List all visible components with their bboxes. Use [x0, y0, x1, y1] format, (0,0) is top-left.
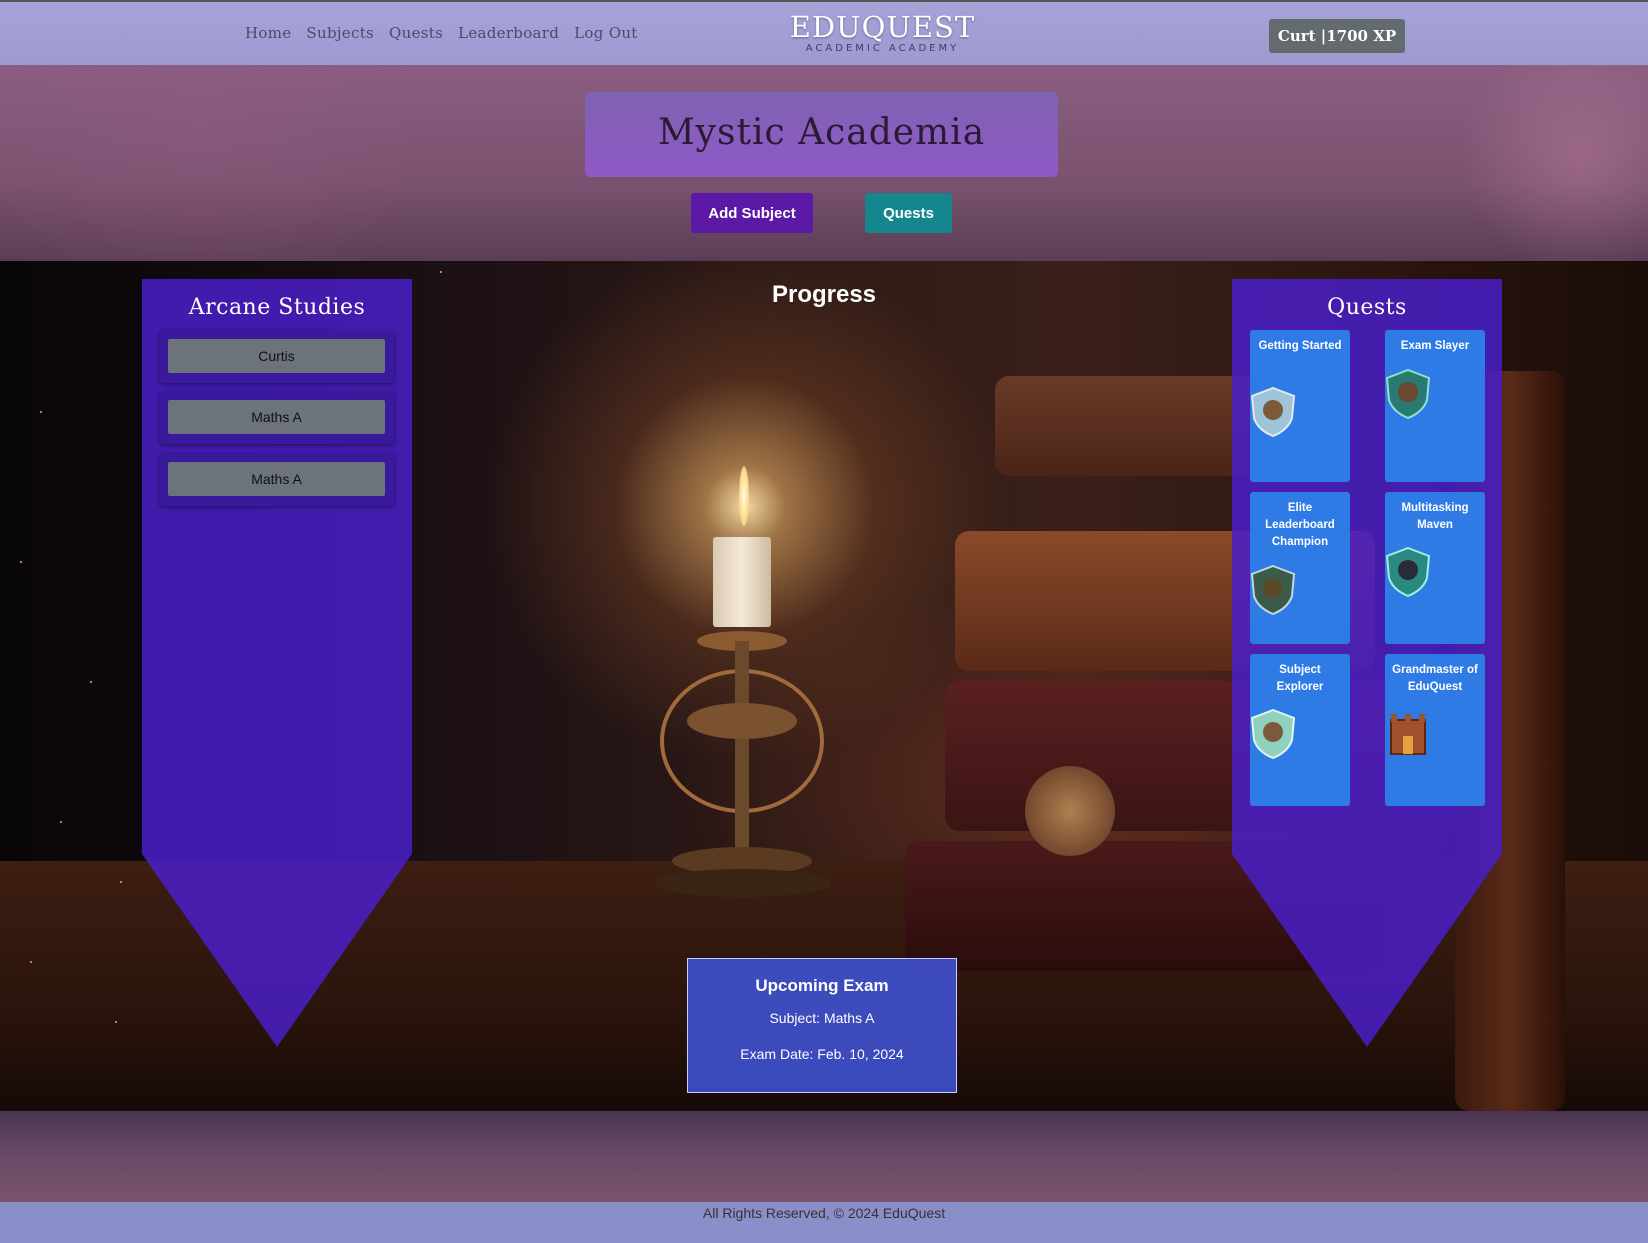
quest-card-grandmaster-of-eduquest[interactable]: Grandmaster of EduQuest [1385, 654, 1485, 806]
page-header: Mystic Academia Add Subject Quests [0, 65, 1648, 261]
subject-card: Curtis [160, 331, 394, 383]
subject-button[interactable]: Maths A [168, 400, 385, 434]
quest-card-multitasking-maven[interactable]: Multitasking Maven [1385, 492, 1485, 644]
arcane-studies-banner: Arcane Studies Curtis Maths A Maths A [142, 279, 412, 1047]
shield-badge-icon [1250, 386, 1296, 438]
subject-button[interactable]: Maths A [168, 462, 385, 496]
subject-card: Maths A [160, 454, 394, 506]
upcoming-exam-card[interactable]: Upcoming Exam Subject: Maths A Exam Date… [687, 958, 957, 1093]
shield-badge-icon [1250, 708, 1296, 760]
quest-name: Grandmaster of EduQuest [1392, 664, 1478, 693]
exam-date: Exam Date: Feb. 10, 2024 [740, 1046, 904, 1062]
exam-title: Upcoming Exam [755, 976, 889, 995]
quest-card-getting-started[interactable]: Getting Started [1250, 330, 1350, 482]
quests-banner: Quests Getting Started Exam Slayer Elite… [1232, 279, 1502, 1047]
nav-link-logout[interactable]: Log Out [574, 24, 637, 42]
page-title: Mystic Academia [657, 112, 986, 153]
candle [713, 537, 771, 627]
lower-band [0, 1111, 1648, 1202]
nav-link-leaderboard[interactable]: Leaderboard [458, 24, 559, 42]
quest-card-exam-slayer[interactable]: Exam Slayer [1385, 330, 1485, 482]
nav-link-subjects[interactable]: Subjects [306, 24, 374, 42]
main-scene: Progress Arcane Studies Curtis Maths A M… [0, 261, 1648, 1111]
quests-banner-title: Quests [1327, 295, 1407, 320]
add-subject-button[interactable]: Add Subject [691, 193, 813, 233]
quests-button[interactable]: Quests [865, 193, 952, 233]
shield-badge-icon [1385, 368, 1431, 420]
page-title-box: Mystic Academia [585, 92, 1058, 177]
quest-card-elite-leaderboard-champion[interactable]: Elite Leaderboard Champion [1250, 492, 1350, 644]
top-navbar: Home Subjects Quests Leaderboard Log Out… [0, 0, 1648, 65]
shield-badge-icon [1250, 564, 1296, 616]
nav-link-quests[interactable]: Quests [389, 24, 443, 42]
exam-subject: Subject: Maths A [769, 1010, 875, 1026]
quest-name: Multitasking Maven [1401, 502, 1469, 531]
user-xp-badge[interactable]: Curt |1700 XP [1269, 19, 1405, 53]
shield-badge-icon [1385, 546, 1431, 598]
nav-links: Home Subjects Quests Leaderboard Log Out [245, 24, 638, 42]
footer-copyright: All Rights Reserved, © 2024 EduQuest [702, 1205, 946, 1221]
brand-title: EDUQUEST [789, 10, 976, 44]
quest-name: Subject Explorer [1276, 664, 1324, 693]
subject-button[interactable]: Curtis [168, 339, 385, 373]
quest-name: Getting Started [1258, 340, 1342, 352]
brand-subtitle: ACADEMIC ACADEMY [805, 43, 960, 54]
quest-card-subject-explorer[interactable]: Subject Explorer [1250, 654, 1350, 806]
candle-flame [739, 466, 749, 526]
brand-logo[interactable]: EDUQUEST ACADEMIC ACADEMY [780, 12, 985, 54]
arcane-studies-title: Arcane Studies [188, 295, 366, 320]
quest-name: Elite Leaderboard Champion [1265, 502, 1335, 548]
nav-link-home[interactable]: Home [245, 24, 291, 42]
candle-holder [655, 631, 830, 897]
castle-badge-icon [1390, 714, 1426, 755]
subject-card: Maths A [160, 392, 394, 444]
quest-name: Exam Slayer [1400, 340, 1470, 352]
footer: All Rights Reserved, © 2024 EduQuest [0, 1202, 1648, 1243]
